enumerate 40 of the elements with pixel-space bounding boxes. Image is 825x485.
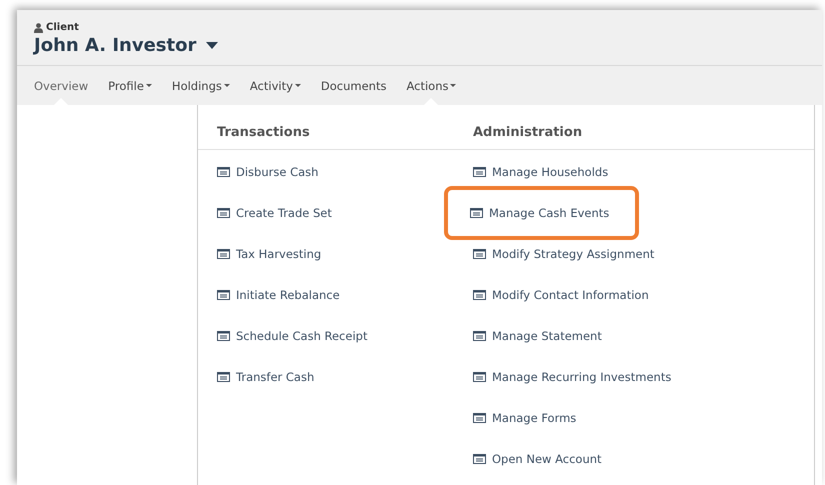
list-icon: [470, 208, 483, 218]
nav-tab[interactable]: Holdings: [164, 66, 238, 105]
menu-item[interactable]: Manage Recurring Investments: [473, 367, 672, 387]
list-icon: [473, 413, 486, 423]
nav-tab[interactable]: Overview: [26, 66, 96, 105]
menu-item[interactable]: Manage Households: [473, 162, 608, 182]
role-label: Client: [46, 22, 79, 33]
list-icon: [473, 331, 486, 341]
menu-item[interactable]: Manage Statement: [473, 326, 602, 346]
column-heading: Administration: [473, 125, 584, 140]
column-heading: Transactions: [217, 125, 311, 140]
list-icon: [217, 372, 230, 382]
list-icon: [473, 290, 486, 300]
list-icon: [473, 167, 486, 177]
menu-item[interactable]: Manage Forms: [473, 408, 576, 428]
menu-item[interactable]: Modify Contact Information: [473, 285, 649, 305]
menu-item[interactable]: Manage Cash Events: [444, 186, 640, 240]
list-icon: [217, 290, 230, 300]
list-icon: [217, 331, 230, 341]
menu-item[interactable]: Schedule Cash Receipt: [217, 326, 368, 346]
menu-item[interactable]: Initiate Rebalance: [217, 285, 340, 305]
menu-item[interactable]: Open New Account: [473, 449, 602, 469]
list-icon: [473, 372, 486, 382]
menu-item[interactable]: Modify Strategy Assignment: [473, 244, 654, 264]
list-icon: [473, 454, 486, 464]
list-icon: [217, 167, 230, 177]
list-icon: [217, 249, 230, 259]
caret-icon[interactable]: [206, 42, 218, 49]
nav-tab[interactable]: Actions: [398, 66, 464, 105]
client-name: John A. Investor: [34, 35, 196, 56]
menu-item[interactable]: Create Trade Set: [217, 203, 332, 223]
nav-tab[interactable]: Profile: [100, 66, 160, 105]
menu-item[interactable]: Transfer Cash: [217, 367, 314, 387]
menu-item[interactable]: Disburse Cash: [217, 162, 318, 182]
menu-item[interactable]: Tax Harvesting: [217, 244, 322, 264]
nav-tab[interactable]: Activity: [242, 66, 309, 105]
list-icon: [473, 249, 486, 259]
nav-tab[interactable]: Documents: [312, 66, 394, 105]
list-icon: [217, 208, 230, 218]
person-icon: [34, 22, 43, 32]
